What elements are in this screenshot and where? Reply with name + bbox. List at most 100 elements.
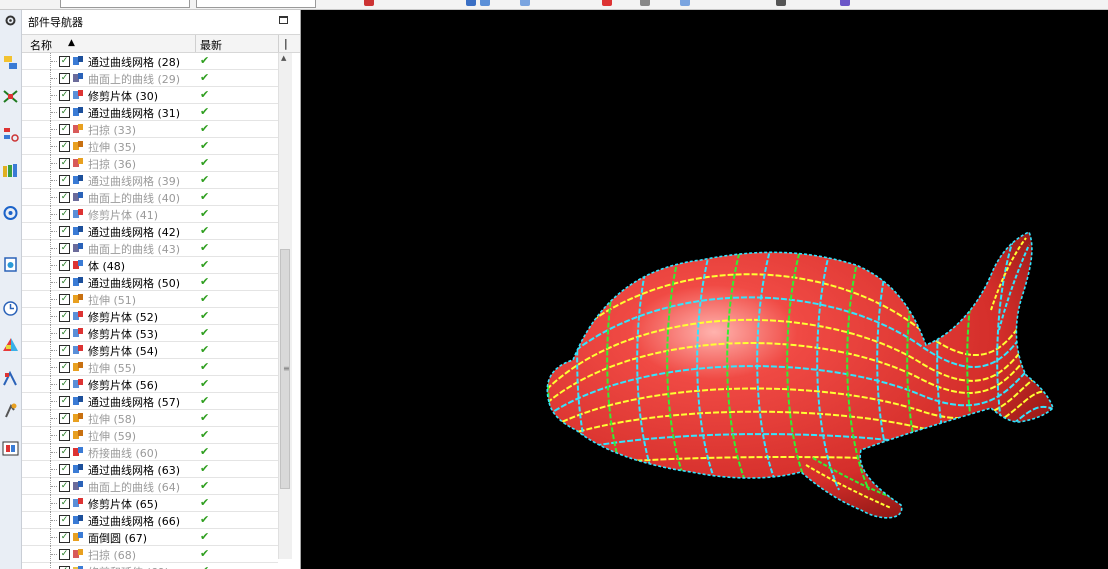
feature-row[interactable]: ✓ 扫掠 (36) ✔ — [22, 155, 278, 172]
feature-row[interactable]: ✓ 修剪片体 (65) ✔ — [22, 495, 278, 512]
web-browser-icon[interactable] — [2, 256, 19, 273]
selection-scope-dropdown[interactable] — [196, 0, 316, 8]
visibility-checkbox[interactable]: ✓ — [59, 430, 70, 441]
system-materials-icon[interactable] — [2, 336, 19, 353]
reuse-library-icon[interactable] — [2, 162, 19, 179]
feature-row[interactable]: ✓ 通过曲线网格 (31) ✔ — [22, 104, 278, 121]
visibility-checkbox[interactable]: ✓ — [59, 311, 70, 322]
maximize-icon[interactable] — [279, 16, 288, 24]
feature-row[interactable]: ✓ 通过曲线网格 (39) ✔ — [22, 172, 278, 189]
feature-row[interactable]: ✓ 扫掠 (68) ✔ — [22, 546, 278, 563]
visibility-checkbox[interactable]: ✓ — [59, 362, 70, 373]
visibility-checkbox[interactable]: ✓ — [59, 515, 70, 526]
feature-row[interactable]: ✓ 桥接曲线 (60) ✔ — [22, 444, 278, 461]
mesh-surface-icon — [73, 396, 83, 405]
column-header-name[interactable]: 名称 — [30, 37, 52, 53]
visibility-checkbox[interactable]: ✓ — [59, 277, 70, 288]
feature-row[interactable]: ✓ 拉伸 (51) ✔ — [22, 291, 278, 308]
tree-connector — [50, 104, 57, 121]
feature-row[interactable]: ✓ 修剪片体 (30) ✔ — [22, 87, 278, 104]
visibility-checkbox[interactable]: ✓ — [59, 345, 70, 356]
feature-row[interactable]: ✓ 通过曲线网格 (42) ✔ — [22, 223, 278, 240]
layer-icon[interactable] — [840, 0, 850, 6]
feature-row[interactable]: ✓ 修剪片体 (41) ✔ — [22, 206, 278, 223]
feature-row[interactable]: ✓ 拉伸 (55) ✔ — [22, 359, 278, 376]
visibility-checkbox[interactable]: ✓ — [59, 243, 70, 254]
visibility-checkbox[interactable]: ✓ — [59, 56, 70, 67]
visibility-checkbox[interactable]: ✓ — [59, 107, 70, 118]
settings-icon[interactable] — [2, 12, 19, 29]
feature-row[interactable]: ✓ 通过曲线网格 (66) ✔ — [22, 512, 278, 529]
process-studio-icon[interactable] — [2, 370, 19, 387]
visibility-checkbox[interactable]: ✓ — [59, 379, 70, 390]
visibility-checkbox[interactable]: ✓ — [59, 141, 70, 152]
selection-filter-dropdown[interactable] — [60, 0, 190, 8]
visibility-checkbox[interactable]: ✓ — [59, 498, 70, 509]
selection-mode-icon[interactable] — [520, 0, 530, 6]
feature-row[interactable]: ✓ 扫掠 (33) ✔ — [22, 121, 278, 138]
up-to-date-check-icon: ✔ — [200, 122, 210, 135]
visibility-checkbox[interactable]: ✓ — [59, 90, 70, 101]
visibility-checkbox[interactable]: ✓ — [59, 73, 70, 84]
visibility-checkbox[interactable]: ✓ — [59, 413, 70, 424]
visibility-checkbox[interactable]: ✓ — [59, 192, 70, 203]
navigator-title: 部件导航器 — [28, 16, 83, 29]
feature-label: 拉伸 (55) — [88, 362, 137, 375]
feature-row[interactable]: ✓ 通过曲线网格 (28) ✔ — [22, 53, 278, 70]
column-divider[interactable] — [278, 35, 279, 52]
column-divider[interactable] — [195, 35, 196, 52]
snap-point-icon[interactable] — [364, 0, 374, 6]
render-style-icon[interactable] — [480, 0, 490, 6]
feature-row[interactable]: ✓ 通过曲线网格 (50) ✔ — [22, 274, 278, 291]
point-icon[interactable] — [602, 0, 612, 6]
visibility-checkbox[interactable]: ✓ — [59, 294, 70, 305]
feature-row[interactable]: ✓ 体 (48) ✔ — [22, 257, 278, 274]
feature-row[interactable]: ✓ 曲面上的曲线 (40) ✔ — [22, 189, 278, 206]
feature-row[interactable]: ✓ 曲面上的曲线 (43) ✔ — [22, 240, 278, 257]
feature-row[interactable]: ✓ 拉伸 (58) ✔ — [22, 410, 278, 427]
feature-row[interactable]: ✓修剪和延伸 (69)✔ — [22, 563, 278, 569]
feature-row[interactable]: ✓ 曲面上的曲线 (29) ✔ — [22, 70, 278, 87]
visibility-checkbox[interactable]: ✓ — [59, 175, 70, 186]
assembly-navigator-icon[interactable] — [2, 54, 19, 71]
visibility-checkbox[interactable]: ✓ — [59, 124, 70, 135]
visibility-checkbox[interactable]: ✓ — [59, 226, 70, 237]
feature-row[interactable]: ✓ 通过曲线网格 (63) ✔ — [22, 461, 278, 478]
pan-icon[interactable] — [680, 0, 690, 6]
visibility-checkbox[interactable]: ✓ — [59, 328, 70, 339]
scrollbar-thumb[interactable]: ≡ — [280, 249, 290, 489]
hd3d-tools-icon[interactable] — [2, 204, 19, 221]
visibility-checkbox[interactable]: ✓ — [59, 447, 70, 458]
feature-row[interactable]: ✓ 修剪片体 (54) ✔ — [22, 342, 278, 359]
feature-row[interactable]: ✓ 修剪片体 (52) ✔ — [22, 308, 278, 325]
visibility-checkbox[interactable]: ✓ — [59, 260, 70, 271]
feature-row[interactable]: ✓ 拉伸 (59) ✔ — [22, 427, 278, 444]
history-icon[interactable] — [2, 300, 19, 317]
visibility-checkbox[interactable]: ✓ — [59, 158, 70, 169]
navigator-scrollbar[interactable]: ▲ ≡ — [278, 53, 292, 559]
feature-row[interactable]: ✓ 修剪片体 (53) ✔ — [22, 325, 278, 342]
visibility-checkbox[interactable]: ✓ — [59, 464, 70, 475]
visibility-checkbox[interactable]: ✓ — [59, 532, 70, 543]
visibility-checkbox[interactable]: ✓ — [59, 549, 70, 560]
constraint-navigator-icon[interactable] — [2, 88, 19, 105]
part-navigator-icon[interactable] — [2, 126, 19, 143]
zoom-icon[interactable] — [776, 0, 786, 6]
manufacturing-wizard-icon[interactable] — [2, 402, 19, 419]
scroll-up-arrow-icon[interactable]: ▲ — [281, 54, 286, 62]
view-orient-icon[interactable] — [466, 0, 476, 6]
feature-row[interactable]: ✓ 面倒圆 (67) ✔ — [22, 529, 278, 546]
feature-row[interactable]: ✓ 拉伸 (35) ✔ — [22, 138, 278, 155]
feature-row[interactable]: ✓ 修剪片体 (56) ✔ — [22, 376, 278, 393]
visibility-checkbox[interactable]: ✓ — [59, 209, 70, 220]
graphics-viewport[interactable] — [301, 10, 1108, 569]
visibility-checkbox[interactable]: ✓ — [59, 481, 70, 492]
sort-ascending-icon[interactable]: ▲ — [68, 38, 75, 48]
column-header-more[interactable]: | — [284, 37, 288, 50]
feature-row[interactable]: ✓ 通过曲线网格 (57) ✔ — [22, 393, 278, 410]
feature-row[interactable]: ✓ 曲面上的曲线 (64) ✔ — [22, 478, 278, 495]
visibility-checkbox[interactable]: ✓ — [59, 396, 70, 407]
column-header-latest[interactable]: 最新 — [200, 37, 222, 53]
rotate-icon[interactable] — [640, 0, 650, 6]
roles-icon[interactable] — [2, 440, 19, 457]
